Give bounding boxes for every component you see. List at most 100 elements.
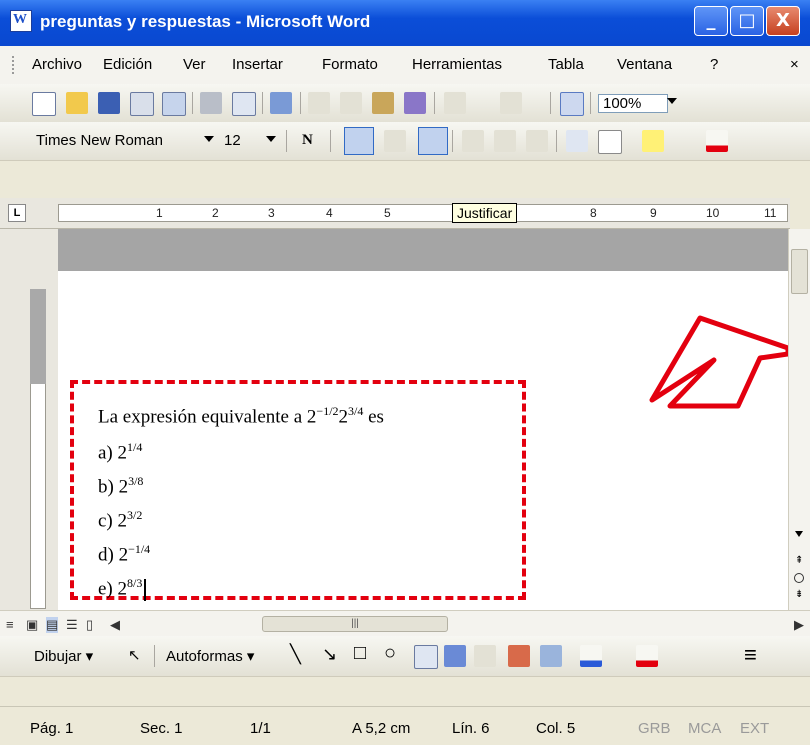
option-b: b) 23/8	[98, 474, 143, 498]
paste-icon[interactable]	[372, 92, 394, 114]
reading-view-icon[interactable]: ▯	[86, 617, 93, 633]
vertical-scroll-thumb[interactable]	[791, 249, 808, 294]
permission-icon[interactable]	[130, 92, 154, 116]
option-base: 2	[118, 476, 129, 498]
option-label: e)	[98, 578, 118, 600]
copy-icon[interactable]	[340, 92, 362, 114]
status-column: Col. 5	[536, 720, 576, 737]
menu-ver[interactable]: Ver	[183, 56, 206, 73]
status-record-macro[interactable]: GRB	[638, 720, 671, 737]
font-name-combo[interactable]: Times New Roman	[36, 132, 163, 149]
print-preview-icon[interactable]	[232, 92, 256, 116]
outline-view-icon[interactable]: ☰	[66, 617, 78, 633]
increase-indent-icon[interactable]	[526, 130, 548, 152]
clipart-icon[interactable]	[508, 645, 530, 667]
rectangle-tool-icon[interactable]: □	[354, 642, 366, 665]
diagram-icon[interactable]	[474, 645, 496, 667]
menu-herramientas[interactable]: Herramientas	[412, 56, 502, 73]
print-view-icon[interactable]: ▤	[46, 617, 59, 633]
line-style-icon[interactable]: ≡	[744, 642, 757, 668]
ruler-number: 2	[212, 206, 219, 220]
bold-button[interactable]: N	[302, 132, 313, 149]
format-painter-icon[interactable]	[404, 92, 426, 114]
title-bar: W preguntas y respuestas - Microsoft Wor…	[0, 0, 810, 46]
option-base: 2	[118, 544, 129, 566]
select-objects-icon[interactable]: ↖	[128, 646, 141, 664]
print-icon[interactable]	[200, 92, 222, 114]
vertical-scrollbar[interactable]: ⇞ ⇟	[788, 229, 810, 610]
text-box-icon[interactable]	[414, 645, 438, 669]
option-d: d) 2−1/4	[98, 542, 150, 566]
window-title: preguntas y respuestas - Microsoft Word	[40, 12, 371, 31]
decrease-indent-icon[interactable]	[494, 130, 516, 152]
menu-tabla[interactable]: Tabla	[548, 56, 584, 73]
option-label: d)	[98, 544, 119, 566]
zoom-combo[interactable]: 100%	[598, 94, 669, 113]
status-track-changes[interactable]: MCA	[688, 720, 721, 737]
web-view-icon[interactable]: ▣	[26, 617, 38, 633]
justify-button[interactable]	[418, 127, 448, 155]
menu-formato[interactable]: Formato	[322, 56, 378, 73]
redo-icon[interactable]	[500, 92, 522, 114]
scroll-right-icon[interactable]: ▶	[794, 617, 804, 633]
status-extend[interactable]: EXT	[740, 720, 769, 737]
font-dropdown-icon[interactable]	[204, 136, 214, 142]
menu-grip[interactable]	[12, 56, 17, 74]
size-dropdown-icon[interactable]	[266, 136, 276, 142]
draw-menu-button[interactable]: Dibujar ▾	[34, 647, 93, 665]
cut-icon[interactable]	[308, 92, 330, 114]
new-document-icon[interactable]	[32, 92, 56, 116]
autoshapes-menu-button[interactable]: Autoformas ▾	[166, 647, 254, 665]
close-document-icon[interactable]: ×	[790, 56, 799, 73]
undo-icon[interactable]	[444, 92, 466, 114]
previous-page-icon[interactable]: ⇞	[795, 555, 803, 566]
picture-icon[interactable]	[540, 645, 562, 667]
borders-icon[interactable]	[598, 130, 622, 154]
zoom-dropdown-icon[interactable]	[667, 98, 677, 104]
menu-ventana[interactable]: Ventana	[617, 56, 672, 73]
toolbar-separator	[300, 92, 301, 114]
minimize-button[interactable]: _	[694, 6, 728, 36]
wordart-icon[interactable]	[444, 645, 466, 667]
menu-edicion[interactable]: Edición	[103, 56, 152, 73]
normal-view-icon[interactable]: ≡	[6, 617, 14, 632]
line-tool-icon[interactable]: ╲	[290, 644, 301, 665]
ruler-number: 3	[268, 206, 275, 220]
align-center-icon[interactable]	[384, 130, 406, 152]
scroll-down-arrow-icon[interactable]	[795, 531, 803, 537]
arrow-tool-icon[interactable]: ↘	[322, 644, 337, 665]
tab-selector-icon[interactable]: L	[8, 204, 26, 222]
horizontal-scroll-thumb[interactable]: |||	[262, 616, 448, 632]
align-left-button[interactable]	[344, 127, 374, 155]
open-folder-icon[interactable]	[66, 92, 88, 114]
stem-base-1: 2	[306, 406, 317, 428]
spelling-icon[interactable]	[270, 92, 292, 114]
oval-tool-icon[interactable]: ○	[384, 642, 396, 665]
word-app-icon[interactable]: W	[10, 10, 32, 32]
formatting-toolbar: Times New Roman 12 N	[0, 122, 810, 161]
draw-font-color-icon[interactable]	[636, 645, 658, 667]
save-icon[interactable]	[98, 92, 120, 114]
email-icon[interactable]	[162, 92, 186, 116]
maximize-button[interactable]: □	[730, 6, 764, 36]
menu-archivo[interactable]: Archivo	[32, 56, 82, 73]
numbering-icon[interactable]	[462, 130, 484, 152]
menu-insertar[interactable]: Insertar	[232, 56, 283, 73]
menu-help[interactable]: ?	[710, 56, 718, 73]
select-browse-object-icon[interactable]	[794, 573, 804, 583]
insert-table-icon[interactable]	[560, 92, 584, 116]
next-page-icon[interactable]: ⇟	[795, 589, 803, 600]
scroll-left-icon[interactable]: ◀	[110, 617, 120, 633]
equation-icon[interactable]	[566, 130, 588, 152]
red-arrow-path	[649, 315, 788, 409]
option-label: c)	[98, 510, 118, 532]
close-button[interactable]: X	[766, 6, 800, 36]
fill-color-icon[interactable]	[580, 645, 602, 667]
highlight-icon[interactable]	[642, 130, 664, 152]
stem-exp-1: −1/2	[316, 404, 339, 418]
font-size-combo[interactable]: 12	[224, 132, 241, 149]
font-color-icon[interactable]	[706, 130, 728, 152]
status-bar: Pág. 1 Sec. 1 1/1 A 5,2 cm Lín. 6 Col. 5…	[0, 706, 810, 745]
status-pages: 1/1	[250, 720, 271, 737]
ruler-number: 10	[706, 206, 720, 220]
